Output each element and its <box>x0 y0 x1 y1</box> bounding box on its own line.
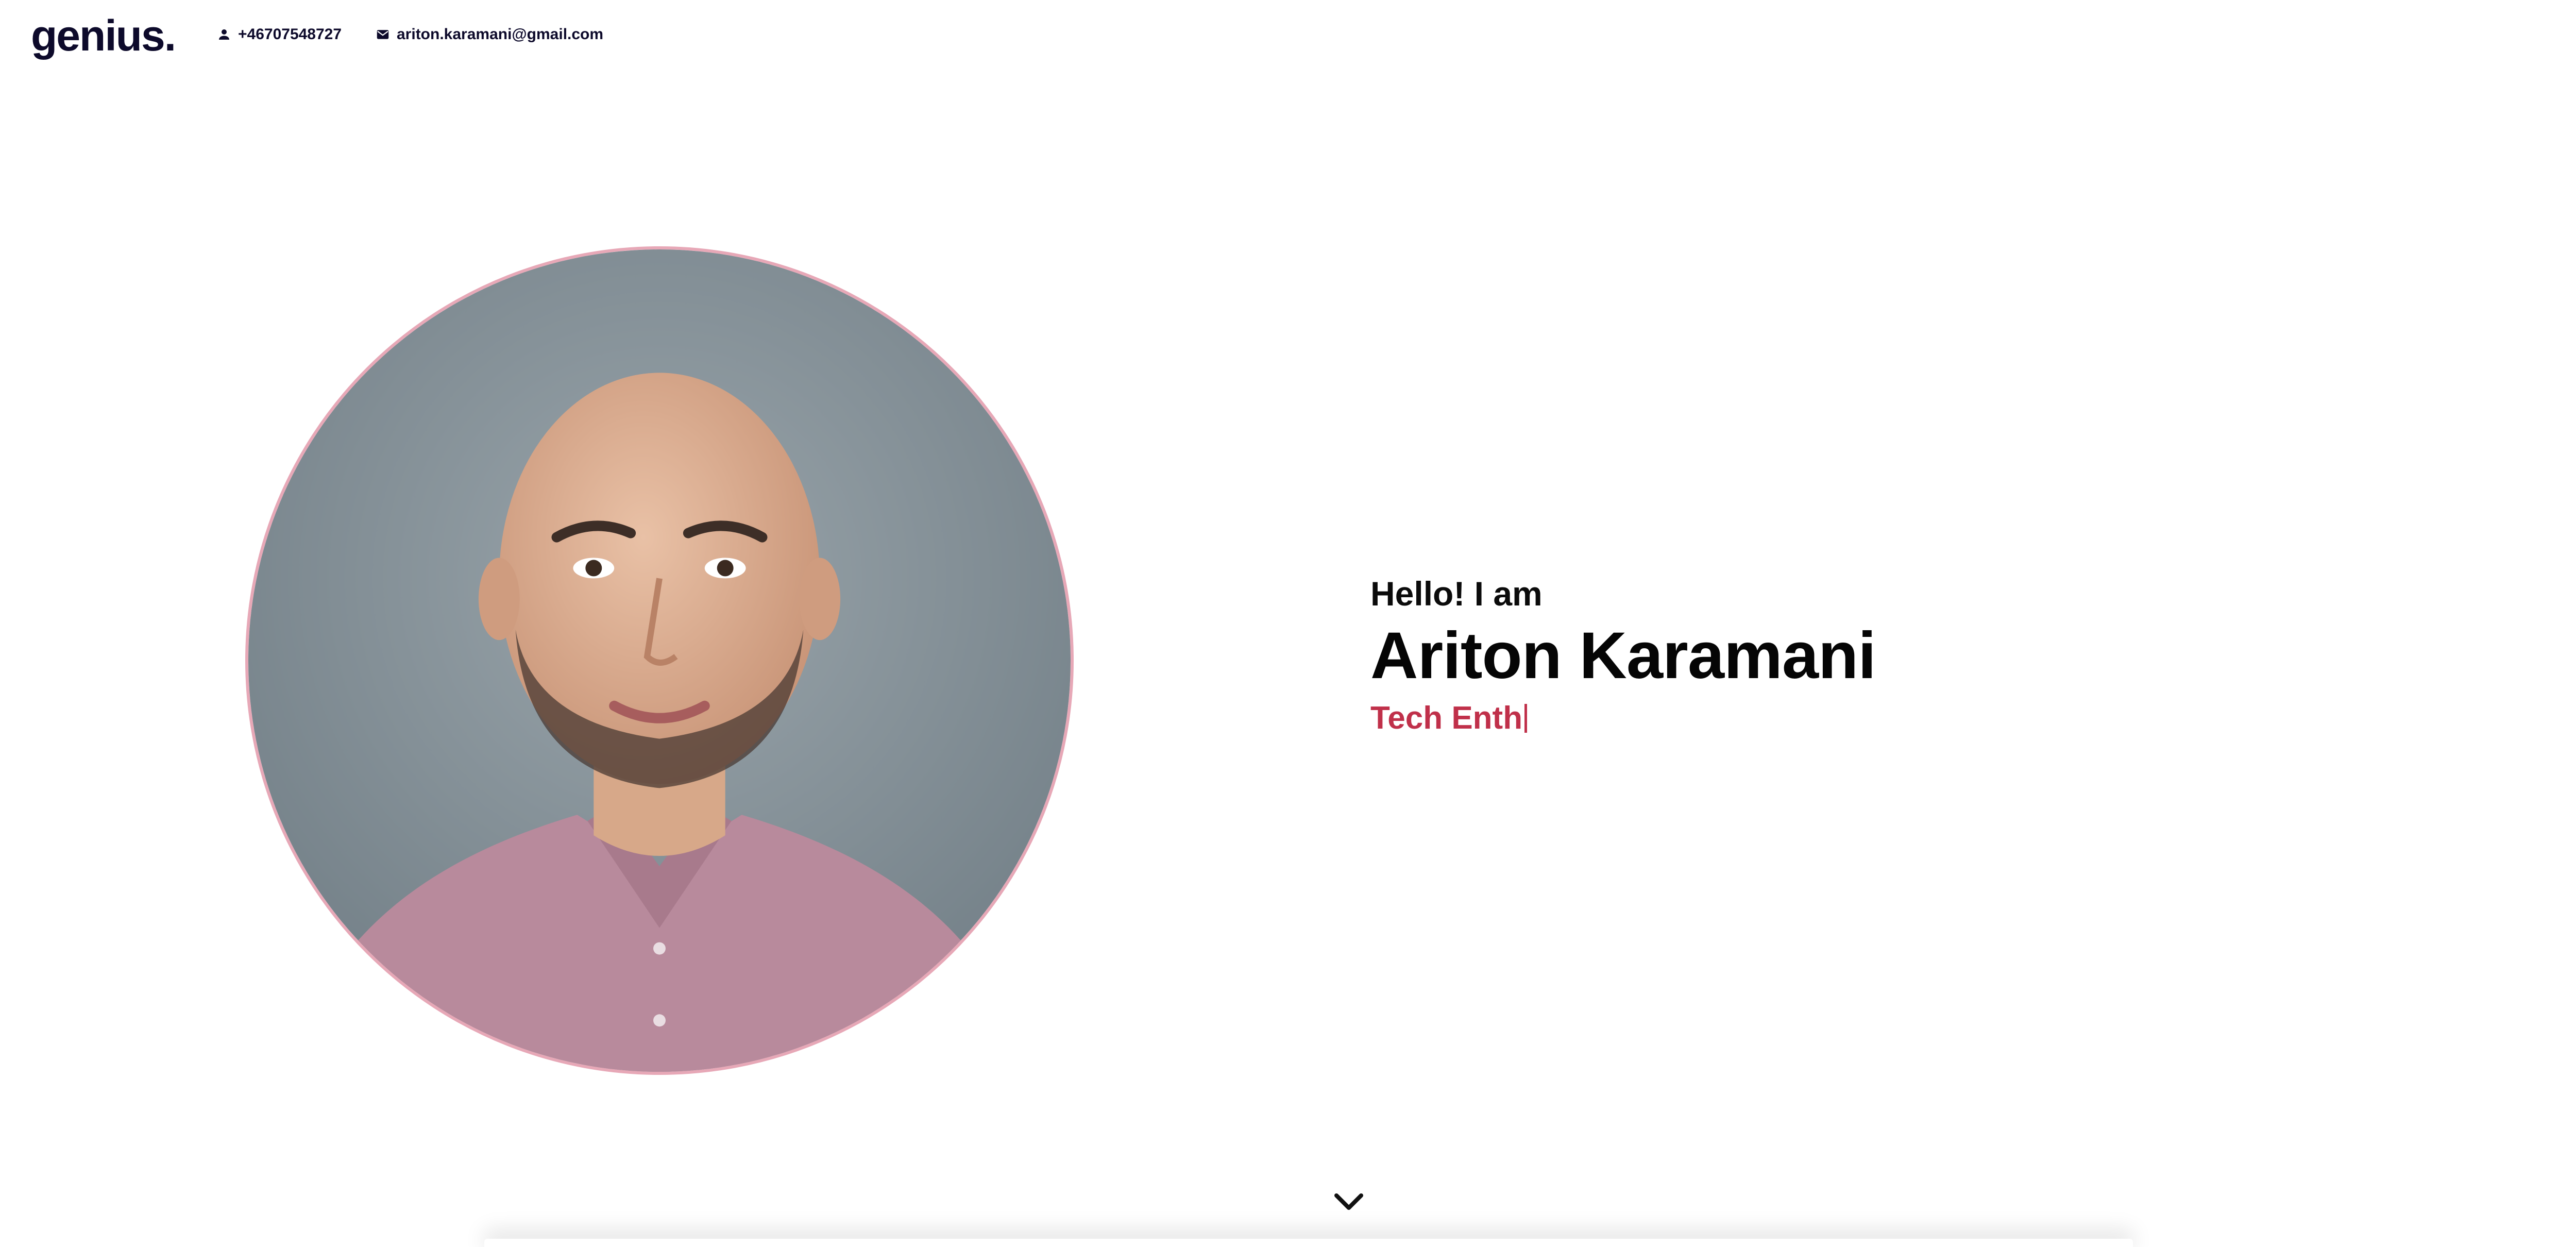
person-icon <box>216 27 232 42</box>
greeting-text: Hello! I am <box>1370 575 1543 613</box>
typed-role: Tech Enth <box>1370 697 1876 740</box>
phone-contact[interactable]: +46707548727 <box>216 22 342 47</box>
next-section-card-edge <box>484 1239 2133 1247</box>
hero-name: Ariton Karamani <box>1370 619 1876 693</box>
chevron-down-icon[interactable] <box>1332 1190 1365 1214</box>
profile-photo <box>245 246 1074 1075</box>
phone-number: +46707548727 <box>238 26 342 43</box>
mail-icon <box>375 27 391 42</box>
logo[interactable]: genius. <box>31 7 176 64</box>
hero-intro: Hello! I am Ariton Karamani Tech Enth <box>1370 572 1876 740</box>
site-header: genius. +46707548727 ariton.karamani@gma… <box>0 0 2576 72</box>
typing-caret <box>1524 704 1528 733</box>
email-address: ariton.karamani@gmail.com <box>397 26 604 43</box>
typed-role-text: Tech Enth <box>1370 700 1523 736</box>
email-contact[interactable]: ariton.karamani@gmail.com <box>375 22 603 47</box>
